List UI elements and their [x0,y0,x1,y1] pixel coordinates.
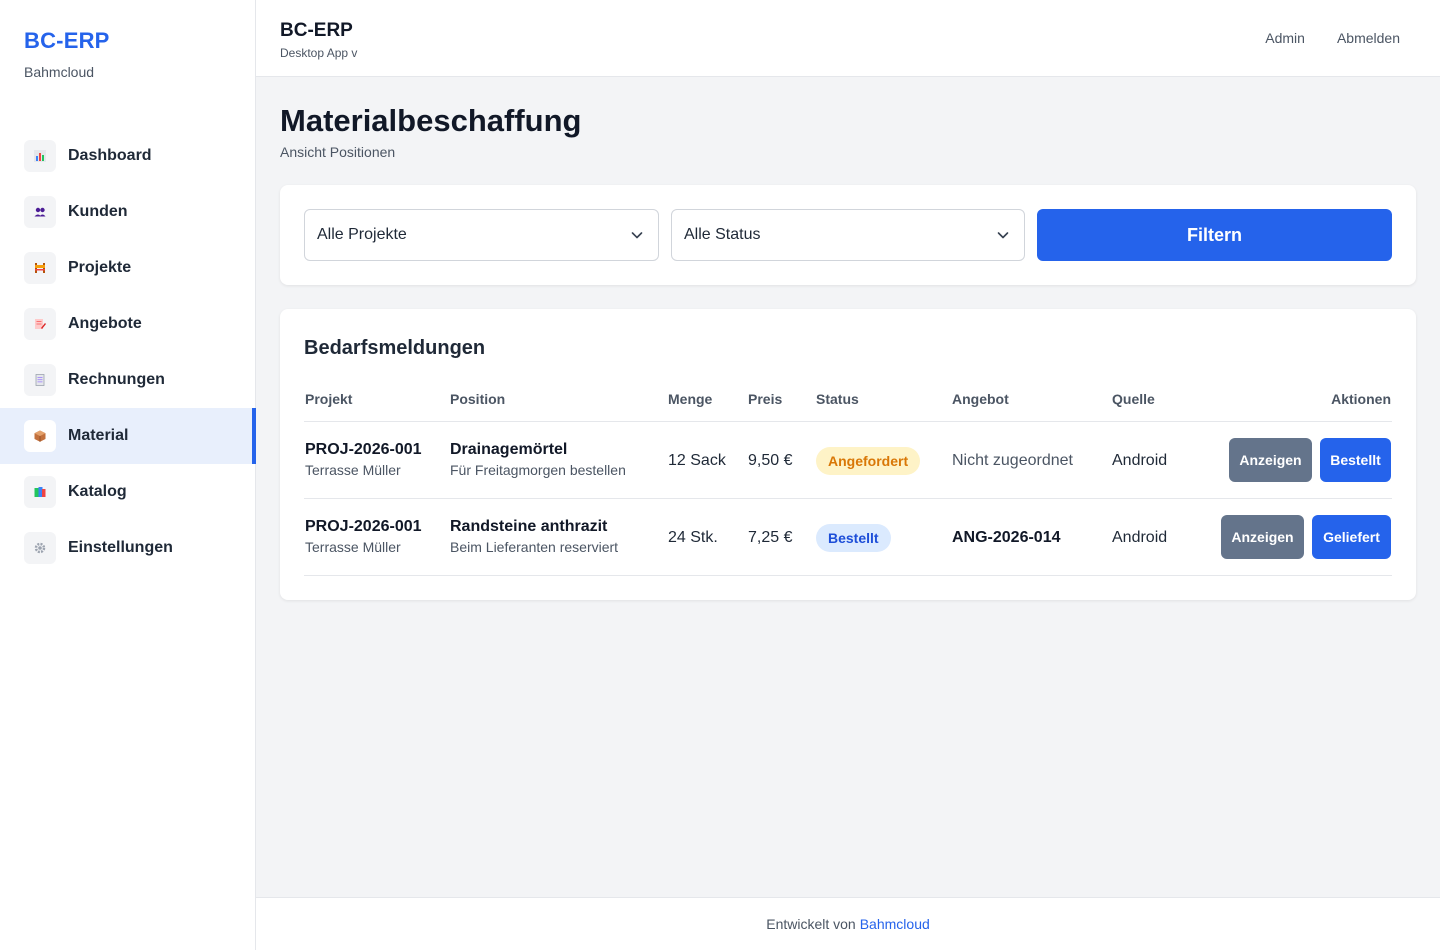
mark-ordered-button[interactable]: Bestellt [1320,438,1391,482]
column-header-menge: Menge [668,391,713,407]
project-select[interactable]: Alle Projekte [304,209,659,261]
status-select-value: Alle Status [684,226,761,243]
column-header-angebot: Angebot [952,391,1009,407]
position-name: Drainagemörtel [450,441,568,458]
sidebar-item-label: Dashboard [68,147,152,164]
project-select-value: Alle Projekte [317,226,407,243]
status-select[interactable]: Alle Status [671,209,1025,261]
offer: Nicht zugeordnet [952,452,1073,469]
admin-link[interactable]: Admin [1265,30,1305,46]
sidebar-item-material[interactable]: Material [0,408,256,464]
construction-icon [24,252,56,284]
sidebar-item-label: Katalog [68,483,127,500]
status-cell: Angefordert [816,447,921,475]
bar-chart-icon [24,140,56,172]
price: 9,50 € [748,452,793,469]
sidebar-item-label: Material [68,427,129,444]
logout-link[interactable]: Abmelden [1337,30,1400,46]
table-row: PROJ-2026-001 Terrasse Müller Drainagemö… [304,422,1392,499]
view-button[interactable]: Anzeigen [1221,515,1304,559]
status-badge: Bestellt [816,524,891,552]
sidebar-item-kunden[interactable]: Kunden [0,184,255,240]
app-version: Desktop App v [280,46,358,60]
project-name: Terrasse Müller [305,539,401,555]
brand-subtitle: Bahmcloud [24,64,95,80]
sidebar-item-label: Rechnungen [68,371,165,388]
sidebar-item-dashboard[interactable]: Dashboard [0,128,255,184]
project-id: PROJ-2026-001 [305,518,422,535]
offer[interactable]: ANG-2026-014 [952,529,1061,547]
table-row: PROJ-2026-001 Terrasse Müller Randsteine… [304,499,1392,576]
source: Android [1112,452,1168,469]
view-button[interactable]: Anzeigen [1229,438,1312,482]
price: 7,25 € [748,529,793,546]
project-id: PROJ-2026-001 [305,441,422,458]
position-note: Für Freitagmorgen bestellen [450,462,626,478]
sidebar: BC-ERP Bahmcloud Dashboard Kunden Projek… [0,0,256,950]
column-header-status: Status [816,391,859,407]
top-bar: BC-ERP Desktop App v Admin Abmelden [256,0,1440,77]
sidebar-item-label: Einstellungen [68,539,173,556]
sidebar-nav: Dashboard Kunden Projekte Angebote Rechn… [0,128,256,576]
sidebar-item-label: Angebote [68,315,142,332]
page-subtitle: Ansicht Positionen [280,144,396,160]
users-icon [24,196,56,228]
package-icon [24,420,56,452]
table-title: Bedarfsmeldungen [304,337,486,359]
page-title: Materialbeschaffung [280,103,582,138]
chevron-down-icon [630,228,644,247]
books-icon [24,476,56,508]
quantity: 24 Stk. [668,529,718,546]
position-name: Randsteine anthrazit [450,518,608,535]
mark-delivered-button[interactable]: Geliefert [1312,515,1391,559]
chevron-down-icon [996,228,1010,247]
top-links: Admin Abmelden [1265,30,1400,46]
column-header-aktionen: Aktionen [1331,391,1391,407]
brand: BC-ERP Bahmcloud [0,0,255,110]
sidebar-item-katalog[interactable]: Katalog [0,464,255,520]
gear-icon [24,532,56,564]
status-cell: Bestellt [816,524,891,552]
project-name: Terrasse Müller [305,462,401,478]
filter-button[interactable]: Filtern [1037,209,1392,261]
footer-link[interactable]: Bahmcloud [860,916,930,932]
filter-card: Alle Projekte Alle Status Filtern [280,185,1416,285]
column-header-quelle: Quelle [1112,391,1155,407]
sidebar-item-label: Projekte [68,259,132,276]
sidebar-item-angebote[interactable]: Angebote [0,296,255,352]
position-note: Beim Lieferanten reserviert [450,539,619,555]
document-pen-icon [24,308,56,340]
footer-text: Entwickelt von [766,916,856,932]
app-title: BC-ERP [280,20,353,41]
status-badge: Angefordert [816,447,921,475]
sidebar-item-einstellungen[interactable]: Einstellungen [0,520,255,576]
sidebar-item-rechnungen[interactable]: Rechnungen [0,352,255,408]
sidebar-item-projekte[interactable]: Projekte [0,240,255,296]
column-header-preis: Preis [748,391,783,407]
source: Android [1112,529,1168,546]
project-cell: PROJ-2026-001 Terrasse Müller [305,441,422,478]
receipt-icon [24,364,56,396]
project-cell: PROJ-2026-001 Terrasse Müller [305,518,422,555]
main-content: Materialbeschaffung Ansicht Positionen A… [256,77,1440,897]
brand-name[interactable]: BC-ERP [24,28,231,54]
quantity: 12 Sack [668,452,726,469]
position-cell: Randsteine anthrazit Beim Lieferanten re… [450,518,618,555]
requirements-table-card: Bedarfsmeldungen Projekt Position Menge … [280,309,1416,600]
footer: Entwickelt von Bahmcloud [256,897,1440,950]
sidebar-item-label: Kunden [68,203,128,220]
position-cell: Drainagemörtel Für Freitagmorgen bestell… [450,441,626,478]
column-header-position: Position [450,391,506,407]
column-header-projekt: Projekt [305,391,353,407]
